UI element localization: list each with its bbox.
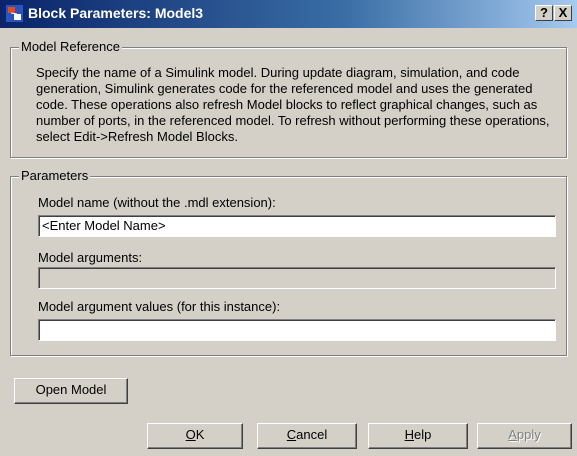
model-reference-group: Model Reference Specify the name of a Si… <box>10 39 567 158</box>
model-argument-values-label: Model argument values (for this instance… <box>38 299 281 314</box>
help-title-button[interactable]: ? <box>535 5 553 21</box>
block-parameters-dialog: Block Parameters: Model3 ? X Model Refer… <box>0 0 577 456</box>
parameters-group: Parameters Model name (without the .mdl … <box>10 168 567 356</box>
ok-button[interactable]: OK <box>147 423 243 449</box>
simulink-block-icon <box>6 5 23 22</box>
ok-label: K <box>195 427 205 442</box>
window-title: Block Parameters: Model3 <box>28 5 204 21</box>
ok-mnemonic: O <box>185 427 196 442</box>
parameters-legend: Parameters <box>19 168 91 183</box>
help-label: elp <box>414 427 432 442</box>
title-bar[interactable]: Block Parameters: Model3 ? X <box>0 0 577 28</box>
cancel-label: ancel <box>296 427 328 442</box>
model-arguments-label: Model arguments: <box>38 250 143 265</box>
model-reference-description: Specify the name of a Simulink model. Du… <box>36 65 550 144</box>
close-button[interactable]: X <box>554 5 572 21</box>
model-name-label: Model name (without the .mdl extension): <box>38 195 276 210</box>
apply-mnemonic: A <box>508 427 517 442</box>
model-name-input[interactable]: <Enter Model Name> <box>38 215 556 237</box>
cancel-mnemonic: C <box>286 427 297 442</box>
help-mnemonic: H <box>404 427 415 442</box>
model-arguments-input[interactable] <box>38 267 556 289</box>
open-model-button[interactable]: Open Model <box>14 378 128 404</box>
help-button[interactable]: Help <box>368 423 468 449</box>
model-reference-legend: Model Reference <box>19 39 122 54</box>
apply-label: pply <box>516 427 541 442</box>
model-argument-values-input[interactable] <box>38 319 556 341</box>
apply-button[interactable]: Apply <box>477 423 572 449</box>
cancel-button[interactable]: Cancel <box>257 423 357 449</box>
